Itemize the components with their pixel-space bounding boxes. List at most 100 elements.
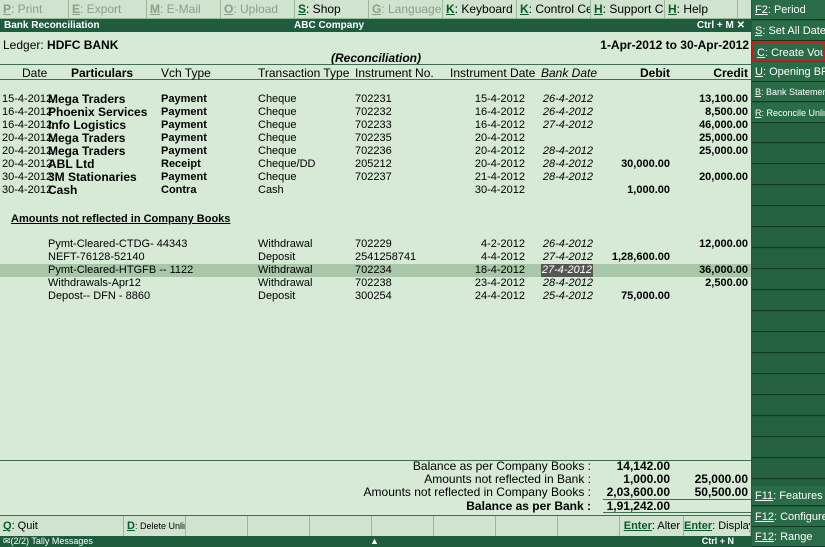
menu-item-email[interactable]: M: E-Mail — [147, 0, 221, 19]
button-label: : Opening BRS — [762, 66, 825, 78]
button-key: Enter — [623, 520, 652, 532]
button-display[interactable]: Enter: Display — [684, 516, 751, 536]
row-instrument-date: 18-4-2012 — [474, 264, 525, 276]
summary-label: Balance as per Bank : — [466, 499, 591, 513]
row-instrument-date: 4-4-2012 — [480, 251, 525, 263]
row-vch-type: Receipt — [161, 158, 201, 170]
unlinked-row[interactable]: Withdrawals-Apr12 Withdrawal 702238 23-4-20… — [0, 277, 751, 290]
table-row[interactable]: 20-4-2012 Mega Traders Payment Cheque 702236… — [0, 145, 751, 158]
right-button-setalldates[interactable]: S: Set All Dates — [752, 21, 825, 41]
button-key: U — [755, 66, 763, 78]
row-bank-date[interactable]: 25-4-2012 — [543, 290, 593, 303]
unlinked-row[interactable]: Pymt-Cleared-HTGFB -- 1122 Withdrawal 7022… — [0, 264, 751, 277]
row-instrument-no: 702235 — [355, 132, 392, 144]
row-credit: 13,100.00 — [699, 93, 748, 105]
expand-up-icon[interactable]: ▲ — [370, 536, 379, 547]
right-button-empty — [752, 312, 825, 332]
row-date: 20-4-2012 — [2, 145, 53, 157]
table-row[interactable]: 30-4-2012 Cash Contra Cash 30-4-2012 1,000.00 — [0, 184, 751, 197]
total-box — [603, 499, 751, 513]
right-button-openingbrs[interactable]: U: Opening BRS — [752, 62, 825, 82]
menu-key: H — [594, 2, 603, 16]
row-instrument-no: 702229 — [355, 238, 392, 250]
menu-item-export[interactable]: E: Export — [69, 0, 147, 19]
row-instrument-no: 702234 — [355, 264, 392, 276]
menu-label: : Language — [381, 2, 442, 16]
row-bank-date[interactable]: 27-4-2012 — [543, 251, 593, 264]
menu-key: O — [224, 2, 234, 16]
right-button-empty — [752, 459, 825, 479]
row-transaction-type: Cheque — [258, 145, 297, 157]
right-button-reconcileunlinked[interactable]: R: Reconcile Unlinked — [752, 103, 825, 123]
row-credit: 2,500.00 — [705, 277, 748, 289]
row-bank-date[interactable]: 28-4-2012 — [543, 277, 593, 290]
table-row[interactable]: 30-4-2012 3M Stationaries Payment Cheque 702… — [0, 171, 751, 184]
mail-icon: ✉ — [3, 536, 11, 546]
button-deleteunlinked[interactable]: D: Delete Unlinked — [124, 516, 186, 536]
row-transaction-type: Cheque — [258, 119, 297, 131]
right-button-configure[interactable]: F12: Configure — [752, 507, 825, 527]
close-icon[interactable]: ✕ — [737, 20, 745, 31]
right-button-createvoucher[interactable]: C: Create Voucher — [752, 41, 825, 61]
row-bank-date[interactable]: 26-4-2012 — [543, 106, 593, 119]
right-button-empty — [752, 186, 825, 206]
row-date: 16-4-2012 — [2, 119, 53, 131]
row-bank-date[interactable]: 28-4-2012 — [543, 171, 593, 184]
row-particulars: Pymt-Cleared-HTGFB -- 1122 — [48, 264, 194, 276]
right-button-bankstatement[interactable]: B: Bank Statement — [752, 82, 825, 102]
right-button-empty — [752, 207, 825, 227]
row-bank-date[interactable]: 28-4-2012 — [543, 145, 593, 158]
menu-item-controlcentre[interactable]: K: Control Centre — [517, 0, 591, 19]
right-button-range[interactable]: F12: Range — [752, 527, 825, 547]
row-bank-date[interactable]: 27-4-2012 — [540, 264, 593, 277]
row-bank-date[interactable]: 26-4-2012 — [543, 238, 593, 251]
unlinked-row[interactable]: Pymt-Cleared-CTDG- 44343 Withdrawal 702229… — [0, 238, 751, 251]
unlinked-row[interactable]: Depost-- DFN - 8860 Deposit 300254 24-4-201… — [0, 290, 751, 303]
menu-item-help[interactable]: H: Help — [665, 0, 738, 19]
row-date: 20-4-2012 — [2, 132, 53, 144]
tally-messages[interactable]: ✉(2/2) Tally Messages — [3, 536, 93, 547]
right-button-features[interactable]: F11: Features — [752, 486, 825, 506]
menu-item-upload[interactable]: O: Upload — [221, 0, 295, 19]
button-alter[interactable]: Enter: Alter — [620, 516, 684, 536]
button-label: : Create Voucher — [764, 47, 825, 59]
right-button-empty — [752, 228, 825, 248]
report-period: 1-Apr-2012 to 30-Apr-2012 — [600, 38, 749, 52]
menu-label: : E-Mail — [160, 2, 201, 16]
row-bank-date[interactable]: 28-4-2012 — [543, 158, 593, 171]
menu-item-keyboard[interactable]: K: Keyboard — [443, 0, 517, 19]
right-button-period[interactable]: F2: Period — [752, 0, 825, 20]
row-instrument-no: 702236 — [355, 145, 392, 157]
row-vch-type: Payment — [161, 93, 207, 105]
menu-item-shop[interactable]: S: Shop — [295, 0, 369, 19]
row-transaction-type: Withdrawal — [258, 238, 313, 250]
menu-item-language[interactable]: G: Language — [369, 0, 443, 19]
report-subtitle: (Reconciliation) — [331, 51, 422, 65]
right-button-empty — [752, 123, 825, 143]
menu-key: E — [72, 2, 81, 16]
right-button-empty — [752, 396, 825, 416]
button-label: : Alter — [651, 520, 680, 532]
button-empty — [186, 516, 248, 536]
row-instrument-date: 15-4-2012 — [474, 93, 525, 105]
status-bar: ✉(2/2) Tally Messages ▲ Ctrl + N — [0, 536, 825, 547]
summary-debit: 2,03,600.00 — [606, 485, 670, 499]
summary-row: Amounts not reflected in Company Books :… — [0, 486, 751, 499]
row-bank-date[interactable]: 26-4-2012 — [543, 93, 593, 106]
menu-item-supportcentre[interactable]: H: Support Centre — [591, 0, 665, 19]
row-bank-date[interactable]: 27-4-2012 — [543, 119, 593, 132]
unlinked-row[interactable]: NEFT-76128-52140 Deposit 2541258741 4-4-201… — [0, 251, 751, 264]
summary-label: Amounts not reflected in Company Books : — [363, 485, 591, 499]
row-credit: 25,000.00 — [699, 145, 748, 157]
row-instrument-no: 702238 — [355, 277, 392, 289]
row-transaction-type: Cheque — [258, 106, 297, 118]
menu-item-print[interactable]: P: Print — [0, 0, 69, 19]
row-instrument-date: 23-4-2012 — [474, 277, 525, 289]
button-empty — [310, 516, 372, 536]
right-button-empty — [752, 249, 825, 269]
ledger-name[interactable]: HDFC BANK — [47, 38, 118, 52]
button-label: : Set All Dates — [762, 25, 825, 37]
button-quit[interactable]: Q: Quit — [0, 516, 124, 536]
button-key: Enter — [684, 520, 713, 532]
col-instrument-no: Instrument No. — [355, 66, 434, 80]
